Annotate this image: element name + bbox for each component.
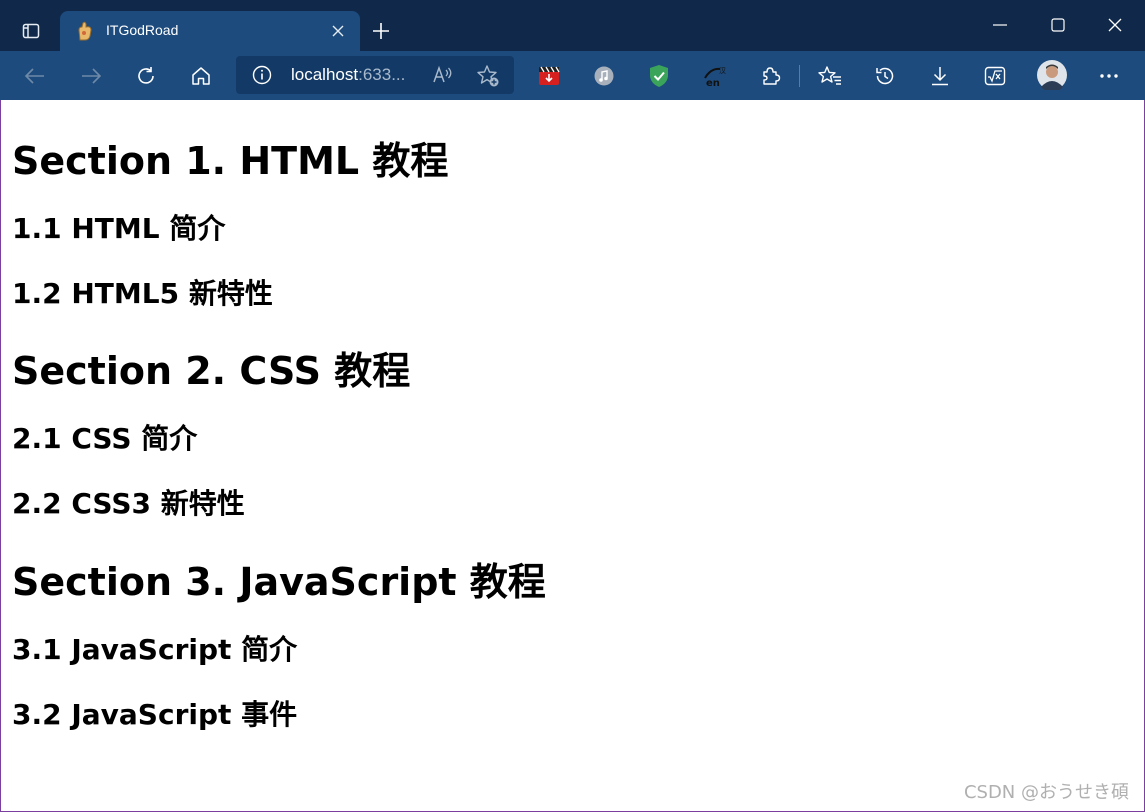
title-bar: ITGodRoad (0, 0, 1145, 51)
math-solver-icon[interactable] (980, 61, 1010, 91)
subsection-heading: 3.2 JavaScript 事件 (12, 698, 298, 731)
tab-actions-icon[interactable] (14, 14, 48, 48)
download-icon[interactable] (925, 61, 955, 91)
svg-text:en: en (706, 78, 720, 88)
url-text[interactable]: localhost:633... (291, 65, 405, 85)
video-download-extension-icon[interactable] (534, 61, 564, 91)
subsection-heading: 1.1 HTML 简介 (12, 212, 226, 245)
back-arrow-icon[interactable] (20, 61, 50, 91)
toolbar: localhost:633... en 汉 (0, 51, 1145, 100)
maximize-icon[interactable] (1038, 10, 1078, 40)
history-icon[interactable] (870, 61, 900, 91)
toolbar-divider (799, 65, 800, 87)
shield-extension-icon[interactable] (644, 61, 674, 91)
tab-active[interactable]: ITGodRoad (60, 11, 360, 51)
close-tab-icon[interactable] (328, 21, 348, 41)
site-favicon-icon (76, 21, 94, 41)
section-heading: Section 3. JavaScript 教程 (12, 560, 546, 604)
new-tab-icon[interactable] (370, 20, 392, 42)
more-icon[interactable] (1094, 61, 1124, 91)
avatar[interactable] (1036, 59, 1068, 91)
close-window-icon[interactable] (1095, 10, 1135, 40)
home-icon[interactable] (186, 61, 216, 91)
translate-extension-icon[interactable]: en 汉 (700, 61, 730, 91)
subsection-heading: 3.1 JavaScript 简介 (12, 633, 298, 666)
window-frame (0, 0, 1145, 812)
forward-arrow-icon[interactable] (76, 61, 106, 91)
address-bar[interactable]: localhost:633... (236, 56, 514, 94)
watermark: CSDN @おうせき碩 (963, 782, 1129, 803)
favorites-icon[interactable] (815, 61, 845, 91)
info-icon[interactable] (252, 65, 272, 85)
subsection-heading: 1.2 HTML5 新特性 (12, 277, 273, 310)
section-heading: Section 1. HTML 教程 (12, 139, 449, 183)
section-heading: Section 2. CSS 教程 (12, 349, 411, 393)
svg-text:汉: 汉 (719, 67, 726, 75)
minimize-icon[interactable] (980, 10, 1020, 40)
music-extension-icon[interactable] (589, 61, 619, 91)
subsection-heading: 2.1 CSS 简介 (12, 422, 198, 455)
tab-title: ITGodRoad (106, 22, 179, 38)
url-rest: :633... (358, 65, 406, 84)
puzzle-icon[interactable] (755, 61, 785, 91)
add-favorite-icon[interactable] (476, 64, 500, 88)
url-host: localhost (291, 65, 359, 84)
subsection-heading: 2.2 CSS3 新特性 (12, 487, 245, 520)
refresh-icon[interactable] (131, 61, 161, 91)
read-aloud-icon[interactable] (432, 64, 454, 86)
